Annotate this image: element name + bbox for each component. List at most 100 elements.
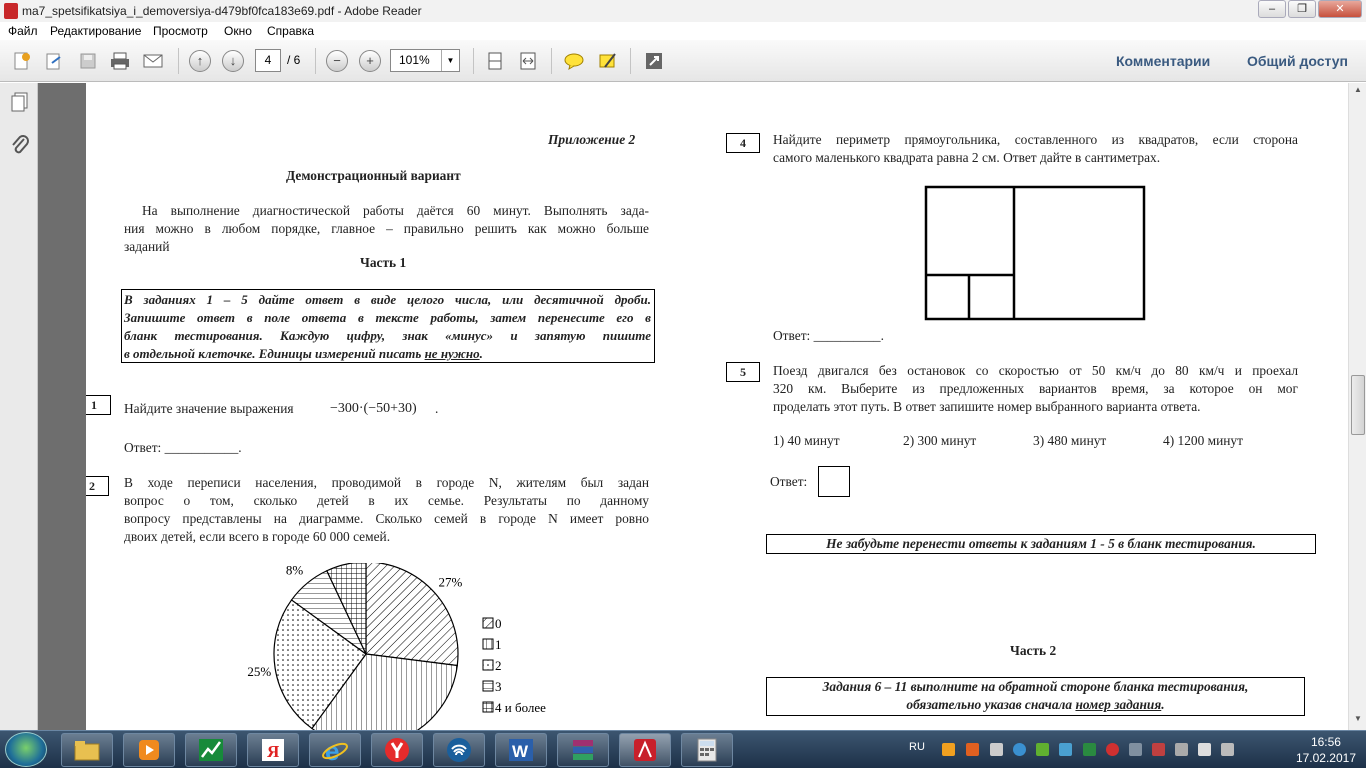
instr-line-2: Запишите ответ в поле ответа в тексте ра… — [124, 310, 651, 325]
tray-app-icon[interactable] — [1059, 743, 1072, 756]
pages-icon[interactable] — [9, 91, 31, 118]
legend-swatch — [482, 680, 494, 692]
minimize-button[interactable]: – — [1258, 0, 1286, 18]
navigation-panel — [0, 83, 38, 730]
tray-app-icon[interactable] — [1106, 743, 1119, 756]
instr-line-3: бланк тестирования. Каждую цифру, знак «… — [124, 328, 651, 343]
zoom-out-button[interactable]: − — [325, 50, 349, 72]
task-1-text: Найдите значение выражения — [124, 401, 294, 416]
task-2-line-3: вопросу представлены на диаграмме. Сколь… — [124, 511, 649, 526]
winrar-icon[interactable] — [557, 733, 609, 767]
page-number-input[interactable]: 4 — [255, 49, 281, 72]
comment-icon[interactable] — [562, 50, 586, 72]
tray-app-icon[interactable] — [1036, 743, 1049, 756]
fit-page-icon[interactable] — [483, 50, 507, 72]
task-2-line-4: двоих детей, если всего в городе 60 000 … — [124, 529, 391, 544]
scroll-down-icon[interactable]: ▼ — [1351, 714, 1365, 728]
yandex-browser-icon[interactable]: Я — [247, 733, 299, 767]
tray-app-icon[interactable] — [1152, 743, 1165, 756]
scroll-up-icon[interactable]: ▲ — [1351, 85, 1365, 99]
intro-line-1: На выполнение диагностической работы даё… — [142, 203, 649, 218]
task-2-number: 2 — [86, 476, 109, 496]
instr-underlined: не нужно — [424, 346, 480, 361]
part2-line-2: обязательно указав сначала — [906, 697, 1076, 712]
tray-app-icon[interactable] — [1083, 743, 1096, 756]
fullscreen-icon[interactable] — [642, 50, 666, 72]
network-icon[interactable] — [433, 733, 485, 767]
fit-width-icon[interactable] — [516, 50, 540, 72]
menu-edit[interactable]: Редактирование — [50, 24, 141, 38]
menu-window[interactable]: Окно — [224, 24, 252, 38]
task-5-option-3: 3) 480 минут — [1033, 433, 1107, 448]
vertical-scrollbar[interactable]: ▲ ▼ — [1348, 83, 1366, 730]
task-5-option-2: 2) 300 минут — [903, 433, 977, 448]
tray-app-icon[interactable] — [942, 743, 955, 756]
heading: Демонстрационный вариант — [286, 168, 461, 183]
title-bar: ma7_spetsifikatsiya_i_demoversiya-d479bf… — [0, 0, 1366, 22]
reminder-box: Не забудьте перенести ответы к заданиям … — [766, 534, 1316, 554]
svg-text:W: W — [512, 742, 529, 761]
maximize-button[interactable]: ❐ — [1288, 0, 1316, 18]
network-tray-icon[interactable] — [1198, 743, 1211, 756]
svg-text:Я: Я — [267, 742, 279, 761]
adobe-reader-icon — [4, 3, 18, 19]
start-button[interactable] — [5, 732, 47, 767]
zoom-in-button[interactable]: + — [358, 50, 382, 72]
email-icon[interactable] — [141, 50, 165, 72]
attachment-icon[interactable] — [9, 133, 31, 162]
instr-end: . — [479, 346, 483, 361]
taskbar: Я e W RU 16:56 17.02.2017 — [0, 730, 1366, 768]
highlight-icon[interactable] — [596, 50, 620, 72]
next-page-button[interactable]: ↓ — [221, 50, 245, 72]
task-4-line-2: самого маленького квадрата равна 2 см. О… — [773, 150, 1161, 165]
tray-app-icon[interactable] — [1013, 743, 1026, 756]
menu-file[interactable]: Файл — [8, 24, 38, 38]
menu-bar: Файл Редактирование Просмотр Окно Справк… — [0, 22, 1366, 40]
comments-button[interactable]: Комментарии — [1116, 53, 1210, 69]
task-4-line-1: Найдите периметр прямоугольника, составл… — [773, 132, 1298, 147]
share-button[interactable]: Общий доступ — [1247, 53, 1348, 69]
pie-chart: 27%25%8%7% 01234 и более — [247, 563, 546, 730]
menu-help[interactable]: Справка — [267, 24, 314, 38]
calculator-icon[interactable] — [681, 733, 733, 767]
adobe-reader-taskbar-icon[interactable] — [619, 733, 671, 767]
open-file-icon[interactable] — [42, 50, 66, 72]
task-5-answer-cell — [818, 466, 850, 497]
prev-page-button[interactable]: ↑ — [188, 50, 212, 72]
pie-slice-label: 27% — [439, 574, 463, 589]
menu-view[interactable]: Просмотр — [153, 24, 208, 38]
explorer-icon[interactable] — [61, 733, 113, 767]
task-2-line-2: вопрос о том, сколько детей в их семье. … — [124, 493, 649, 508]
tray-app-icon[interactable] — [1129, 743, 1142, 756]
part2-line-1: Задания 6 – 11 выполните на обратной сто… — [822, 679, 1249, 694]
scroll-thumb[interactable] — [1351, 375, 1365, 435]
save-icon[interactable] — [76, 50, 100, 72]
create-pdf-icon[interactable] — [10, 50, 34, 72]
tray-app-icon[interactable] — [966, 743, 979, 756]
stocks-icon[interactable] — [185, 733, 237, 767]
legend-swatch — [482, 659, 494, 671]
document-viewport[interactable]: Приложение 2 Демонстрационный вариант На… — [38, 83, 1348, 730]
speaker-icon[interactable] — [1221, 743, 1234, 756]
instr-line-4: в отдельной клеточке. Единицы измерений … — [124, 346, 425, 361]
tray-app-icon[interactable] — [1175, 743, 1188, 756]
legend-label: 1 — [495, 637, 502, 652]
task-5-line-3: проделать этот путь. В ответ запишите но… — [773, 399, 1201, 414]
clock[interactable]: 16:56 17.02.2017 — [1296, 734, 1356, 766]
clock-time: 16:56 — [1310, 735, 1341, 749]
legend-swatch — [482, 701, 494, 713]
print-icon[interactable] — [108, 50, 132, 72]
part2-underlined: номер задания — [1075, 697, 1162, 712]
chevron-down-icon[interactable]: ▼ — [441, 50, 459, 71]
word-icon[interactable]: W — [495, 733, 547, 767]
language-indicator[interactable]: RU — [909, 741, 925, 753]
internet-explorer-icon[interactable]: e — [309, 733, 361, 767]
zoom-select[interactable]: 101% ▼ — [390, 49, 460, 72]
volume-icon[interactable] — [990, 743, 1003, 756]
task-4-number: 4 — [726, 133, 760, 153]
yandex-icon[interactable] — [371, 733, 423, 767]
close-button[interactable]: ✕ — [1318, 0, 1362, 18]
media-player-icon[interactable] — [123, 733, 175, 767]
legend-swatch — [482, 617, 494, 629]
clock-date: 17.02.2017 — [1295, 751, 1356, 765]
